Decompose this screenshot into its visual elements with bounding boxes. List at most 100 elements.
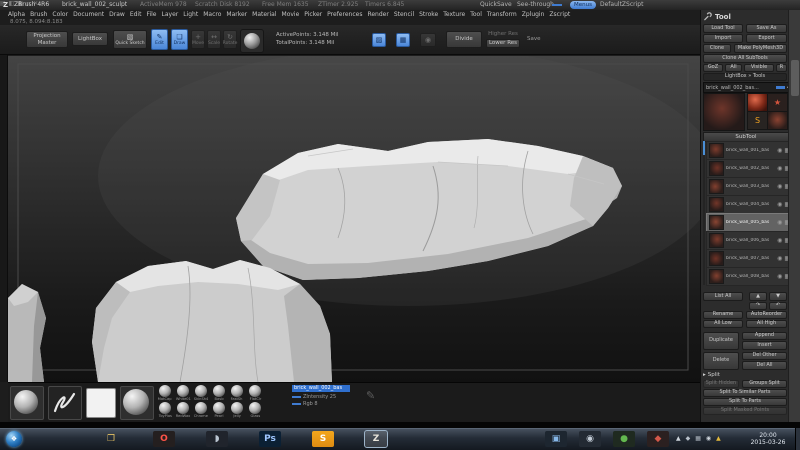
tool-thumbnail[interactable]: S — [747, 111, 768, 130]
eye-icon[interactable]: ◉ — [777, 255, 782, 262]
all-low-button[interactable]: All Low — [703, 320, 743, 328]
delete-button[interactable]: Delete — [703, 352, 739, 370]
subtool-row[interactable]: brick_wall_004_bas ◉ ▦ — [706, 195, 793, 214]
tool-thumbnail[interactable] — [747, 93, 768, 112]
menu-item[interactable]: Color — [52, 11, 68, 18]
menu-item[interactable]: Draw — [109, 11, 125, 18]
taskbar-app-icon[interactable]: O — [153, 431, 175, 447]
menu-item[interactable]: Picker — [304, 11, 322, 18]
menu-item[interactable]: Movie — [282, 11, 300, 18]
material-swatch[interactable]: FastSh — [228, 385, 246, 402]
draw-button[interactable]: ❏ Draw — [171, 29, 188, 50]
material-swatch[interactable]: Pearl — [210, 402, 228, 419]
lightbox-tools-button[interactable]: LightBox » Tools — [703, 73, 787, 81]
start-button[interactable]: ❖ — [6, 431, 22, 447]
subtool-row[interactable]: brick_wall_001_bas ◉ ▦ — [706, 141, 793, 160]
split-section-header[interactable]: ▸ Split — [703, 372, 787, 378]
split-similar-button[interactable]: Split To Similar Parts — [703, 389, 787, 397]
material-swatch[interactable]: RedWax — [174, 402, 192, 419]
default-zscript-button[interactable]: DefaultZScript — [600, 1, 643, 8]
menu-item[interactable]: Marker — [226, 11, 247, 18]
tray-icon[interactable]: ▦ — [695, 435, 701, 442]
edit-button[interactable]: ✎ Edit — [151, 29, 168, 50]
material-swatch[interactable]: MatCap — [156, 385, 174, 402]
taskbar-app-icon[interactable]: ◉ — [579, 431, 601, 447]
higher-res-button[interactable]: Higher Res — [486, 30, 520, 38]
eye-icon[interactable]: ◉ — [777, 219, 782, 226]
menu-item[interactable]: Macro — [203, 11, 221, 18]
menu-item[interactable]: Stencil — [394, 11, 414, 18]
taskbar-app-icon[interactable]: Z — [364, 430, 388, 448]
del-all-button[interactable]: Del All — [742, 361, 787, 370]
material-swatch[interactable]: ToyPlas — [156, 402, 174, 419]
goz-button[interactable]: GoZ — [703, 64, 723, 72]
menu-item[interactable]: Texture — [443, 11, 465, 18]
floor-toggle-button[interactable]: ▦ — [396, 33, 410, 47]
paste-subtool-button[interactable]: ↶ — [769, 302, 787, 310]
del-other-button[interactable]: Del Other — [742, 352, 787, 360]
pen-icon[interactable]: ✎ — [366, 389, 375, 402]
rename-button[interactable]: Rename — [703, 311, 743, 319]
eye-icon[interactable]: ◉ — [777, 165, 782, 172]
persp-toggle-button[interactable]: ▨ — [372, 33, 386, 47]
taskbar-clock[interactable]: 20:00 2015-03-26 — [746, 432, 790, 446]
current-brush-thumbnail[interactable] — [10, 386, 44, 420]
taskbar-app-icon[interactable]: Ps — [259, 431, 281, 447]
brush-preview-sphere[interactable] — [240, 29, 264, 53]
tray-icon[interactable]: ◉ — [706, 435, 711, 442]
popup-row[interactable]: ZIntensity 25 — [292, 394, 350, 400]
material-swatch[interactable]: Glass — [246, 402, 264, 419]
current-material-thumbnail[interactable] — [120, 386, 154, 420]
menu-item[interactable]: File — [146, 11, 156, 18]
selected-text-field[interactable]: brick_wall_002_bas — [292, 385, 350, 392]
save-as-button[interactable]: Save As — [746, 24, 787, 33]
copy-subtool-button[interactable]: ↷ — [749, 302, 767, 310]
list-all-button[interactable]: List All — [703, 292, 743, 301]
material-swatch[interactable]: Basic — [210, 385, 228, 402]
split-masked-button[interactable]: Split Masked Points — [703, 407, 787, 415]
taskbar-app-icon[interactable]: ▣ — [545, 431, 567, 447]
material-swatch[interactable]: Jelly — [228, 402, 246, 419]
eye-icon[interactable]: ◉ — [777, 201, 782, 208]
quicksave-button[interactable]: QuickSave — [480, 1, 512, 8]
material-swatch[interactable]: SkinSh4 — [192, 385, 210, 402]
subtool-scrollbar[interactable] — [703, 141, 705, 285]
taskbar-app-icon[interactable]: ◆ — [647, 431, 669, 447]
taskbar-app-icon[interactable]: ❐ — [100, 431, 122, 447]
scale-button[interactable]: ↔ Scale — [207, 30, 221, 49]
menu-item[interactable]: Tool — [470, 11, 482, 18]
split-to-parts-button[interactable]: Split To Parts — [703, 398, 787, 406]
goz-all-button[interactable]: All — [725, 64, 742, 72]
tray-icon[interactable]: ◆ — [686, 435, 691, 442]
divide-button[interactable]: Divide — [446, 31, 482, 48]
current-tool-name-field[interactable]: brick_wall_002_bas... 4 — [703, 82, 793, 93]
menu-item[interactable]: Render — [367, 11, 388, 18]
clone-button[interactable]: Clone — [703, 44, 731, 53]
tray-icon[interactable]: ▲ — [676, 435, 681, 442]
tool-thumbnail[interactable] — [767, 111, 788, 130]
menu-item[interactable]: Stroke — [419, 11, 438, 18]
right-tray-divider[interactable] — [788, 10, 800, 422]
quick-sketch-button[interactable]: ▧ Quick Sketch — [113, 30, 147, 49]
taskbar-app-icon[interactable]: ◗ — [206, 431, 228, 447]
eye-icon[interactable]: ◉ — [777, 183, 782, 190]
menu-item[interactable]: Brush — [30, 11, 47, 18]
see-through-slider[interactable]: See-through — [517, 1, 554, 8]
lightbox-button[interactable]: LightBox — [72, 32, 108, 46]
menu-item[interactable]: Layer — [162, 11, 179, 18]
menu-item[interactable]: Light — [183, 11, 198, 18]
all-high-button[interactable]: All High — [746, 320, 787, 328]
export-button[interactable]: Export — [746, 34, 787, 43]
split-hidden-button[interactable]: Split Hidden — [703, 380, 739, 388]
material-swatch[interactable]: FlatClr — [246, 385, 264, 402]
move-down-button[interactable]: ▼ — [769, 292, 787, 301]
local-toggle-button[interactable]: ◉ — [420, 33, 436, 47]
menu-item[interactable]: Edit — [130, 11, 142, 18]
menu-item[interactable]: Document — [73, 11, 104, 18]
tool-thumbnail[interactable]: ★ — [767, 93, 788, 112]
menu-item[interactable]: Transform — [487, 11, 517, 18]
goz-r-button[interactable]: R — [776, 64, 787, 72]
move-up-button[interactable]: ▲ — [749, 292, 767, 301]
scrollbar-thumb[interactable] — [703, 141, 705, 155]
eye-icon[interactable]: ◉ — [777, 273, 782, 280]
